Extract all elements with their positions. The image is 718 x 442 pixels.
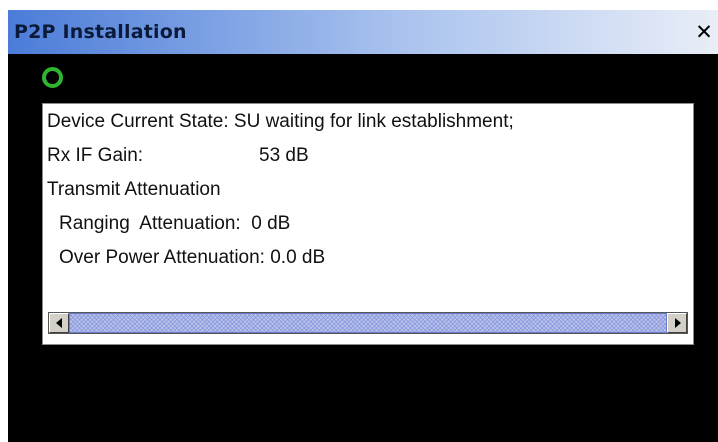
ranging-attenuation-text: Ranging Attenuation: 0 dB [59, 213, 291, 234]
scroll-right-button[interactable] [667, 313, 687, 333]
over-power-attenuation-text: Over Power Attenuation: 0.0 dB [59, 247, 326, 268]
horizontal-scrollbar[interactable] [48, 312, 688, 334]
p2p-installation-window: P2P Installation ✕ Device Current State:… [8, 10, 718, 442]
rx-if-gain-label: Rx IF Gain: [47, 145, 144, 166]
scroll-left-button[interactable] [49, 313, 69, 333]
arrow-right-icon [675, 318, 681, 328]
arrow-left-icon [56, 318, 62, 328]
title-bar[interactable]: P2P Installation ✕ [8, 10, 718, 54]
rx-if-gain-value: 53 dB [259, 145, 309, 166]
device-state-text: Device Current State: SU waiting for lin… [47, 111, 514, 132]
window-title: P2P Installation [14, 21, 187, 43]
info-panel: Device Current State: SU waiting for lin… [42, 103, 694, 345]
close-icon[interactable]: ✕ [692, 20, 716, 44]
transmit-attenuation-heading: Transmit Attenuation [47, 179, 221, 200]
scroll-thumb[interactable] [69, 313, 667, 333]
status-ring-icon [42, 67, 63, 88]
